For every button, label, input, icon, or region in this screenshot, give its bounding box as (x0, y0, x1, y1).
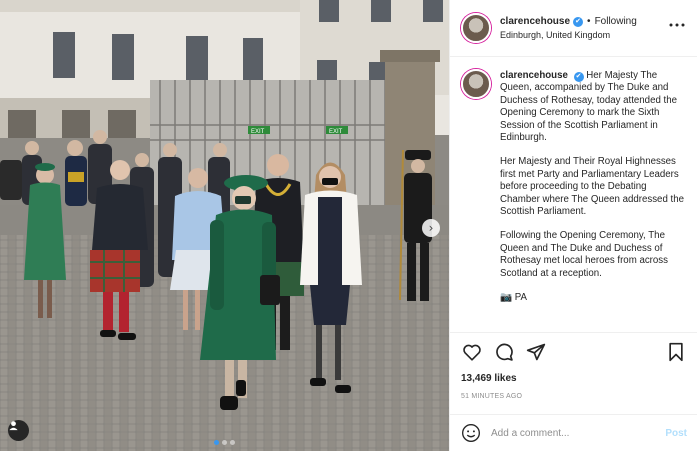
caption-username[interactable]: clarencehouse (500, 70, 568, 81)
user-tag-button[interactable] (8, 420, 29, 441)
emoji-icon (462, 424, 480, 442)
caption-text: clarencehouse ✔ Her Majesty The Queen, a… (500, 70, 688, 317)
more-options-button[interactable] (669, 14, 685, 30)
caption-section: clarencehouse ✔ Her Majesty The Queen, a… (450, 58, 697, 332)
caption-avatar[interactable] (461, 69, 491, 99)
following-button[interactable]: Following (595, 16, 637, 27)
comment-bar: Post (450, 414, 697, 451)
caption-paragraph-3: Following the Opening Ceremony, The Quee… (500, 230, 668, 279)
post-comment-button[interactable]: Post (665, 428, 687, 439)
exit-sign-right: EXIT (329, 129, 343, 135)
comment-input[interactable] (491, 427, 651, 439)
caption-verified-badge-icon: ✔ (573, 71, 584, 82)
more-horizontal-icon (669, 23, 685, 27)
post-photo[interactable]: EXIT EXIT › (0, 0, 449, 451)
share-button[interactable] (525, 341, 547, 363)
comment-icon (496, 343, 513, 361)
next-photo-button[interactable]: › (422, 219, 440, 237)
post-header: clarencehouse ✔ • Following Edinburgh, U… (450, 0, 697, 57)
post-timestamp[interactable]: 51 MINUTES AGO (461, 393, 687, 400)
likes-count[interactable]: 13,469 likes (461, 373, 687, 384)
like-button[interactable] (461, 341, 483, 363)
separator-dot: • (587, 16, 591, 27)
share-icon (526, 343, 546, 361)
save-button[interactable] (665, 341, 687, 363)
carousel-dot (214, 440, 219, 445)
carousel-indicator (0, 440, 449, 445)
photo-credit: 📷 PA (500, 292, 527, 304)
bookmark-icon (669, 342, 683, 362)
post-details-panel: clarencehouse ✔ • Following Edinburgh, U… (449, 0, 697, 451)
comment-button[interactable] (493, 341, 515, 363)
caption-paragraph-2: Her Majesty and Their Royal Highnesses f… (500, 156, 684, 218)
avatar[interactable] (461, 13, 491, 43)
header-username[interactable]: clarencehouse (500, 16, 570, 27)
exit-sign-left: EXIT (251, 129, 265, 135)
emoji-button[interactable] (461, 423, 481, 443)
carousel-dot (230, 440, 235, 445)
chevron-right-icon: › (428, 221, 434, 235)
parliament-photo: EXIT EXIT (0, 0, 449, 451)
actions-section: 13,469 likes 51 MINUTES AGO (450, 332, 697, 414)
verified-badge-icon: ✔ (573, 16, 584, 27)
user-tag-icon (9, 421, 18, 431)
heart-icon (463, 344, 481, 361)
location-link[interactable]: Edinburgh, United Kingdom (500, 30, 637, 40)
carousel-dot (222, 440, 227, 445)
